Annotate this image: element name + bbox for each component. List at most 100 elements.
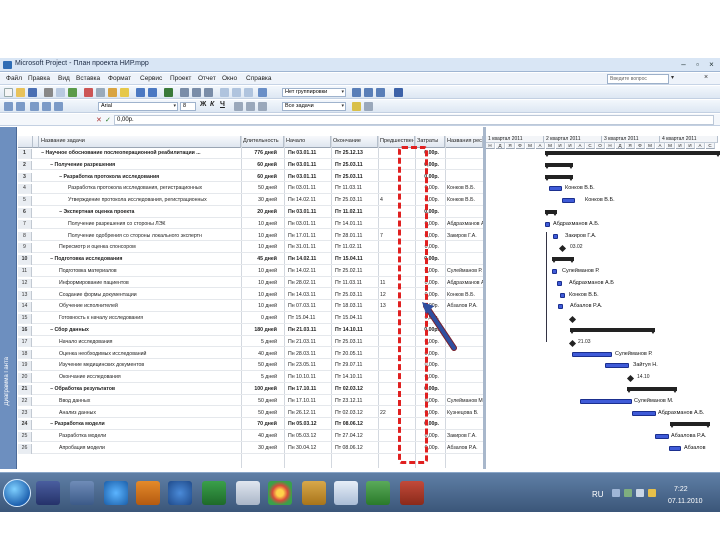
menu-format[interactable]: Формат — [108, 75, 131, 82]
duration-cell[interactable]: 5 дней — [241, 338, 281, 348]
summary-bar[interactable] — [545, 162, 573, 169]
task-bar[interactable] — [553, 233, 558, 239]
finish-cell[interactable]: Пт 25.02.11 — [331, 267, 377, 277]
resources-cell[interactable] — [446, 173, 483, 183]
help-icon[interactable] — [394, 88, 403, 97]
start-cell[interactable]: Пн 03.01.11 — [284, 184, 330, 194]
zoom-in-icon[interactable] — [352, 88, 361, 97]
resources-cell[interactable]: Сулейманов М. — [446, 397, 483, 407]
resources-cell[interactable] — [446, 385, 483, 395]
menu-tools[interactable]: Сервис — [140, 75, 162, 82]
powerpoint-app-icon[interactable] — [400, 481, 424, 505]
task-name-cell[interactable]: Утверждение протокола исследования, реги… — [39, 196, 239, 206]
task-name-cell[interactable]: Апробация модели — [39, 444, 239, 454]
resources-cell[interactable]: Конков В.Б. — [446, 196, 483, 206]
duration-cell[interactable]: 20 дней — [241, 208, 281, 218]
confirm-entry-icon[interactable]: ✓ — [105, 116, 111, 124]
row-id[interactable]: 11 — [18, 267, 32, 277]
scroll-to-task-icon[interactable] — [376, 88, 385, 97]
resources-cell[interactable] — [446, 420, 483, 430]
finish-cell[interactable]: Пт 14.10.11 — [331, 373, 377, 383]
task-name-cell[interactable]: − Сбор данных — [39, 326, 239, 336]
filter-combo[interactable]: Все задачи ▾ — [282, 102, 346, 111]
font-name-combo[interactable]: Arial ▾ — [98, 102, 178, 111]
resources-cell[interactable]: Закиров Г.А. — [446, 232, 483, 242]
resources-cell[interactable]: Абдрахманов А.Б. — [446, 279, 483, 289]
row-id[interactable]: 4 — [18, 184, 32, 194]
finish-cell[interactable]: Пт 11.02.11 — [331, 208, 377, 218]
help-dropdown-icon[interactable]: ▾ — [671, 74, 674, 81]
align-center-icon[interactable] — [246, 102, 255, 111]
task-name-cell[interactable]: − Подготовка исследования — [39, 255, 239, 265]
resources-cell[interactable]: Сулейманов Р. — [446, 267, 483, 277]
task-name-cell[interactable]: − Получение разрешения — [39, 161, 239, 171]
autofilter-icon[interactable] — [352, 102, 361, 111]
paste-icon[interactable] — [108, 88, 117, 97]
start-cell[interactable]: Пн 28.02.11 — [284, 279, 330, 289]
help-search-input[interactable]: Введите вопрос — [607, 74, 669, 84]
project-taskbar-icon[interactable] — [202, 481, 226, 505]
resources-cell[interactable] — [446, 161, 483, 171]
start-cell[interactable]: Пн 26.12.11 — [284, 409, 330, 419]
split-task-icon[interactable] — [204, 88, 213, 97]
start-cell[interactable]: Пн 21.03.11 — [284, 338, 330, 348]
task-bar[interactable] — [560, 292, 565, 298]
row-id[interactable]: 18 — [18, 349, 32, 360]
keyboard-language[interactable]: RU — [592, 490, 604, 499]
gantt-wizard-icon[interactable] — [364, 102, 373, 111]
print-icon[interactable] — [44, 88, 53, 97]
start-cell[interactable]: Пн 30.04.12 — [284, 444, 330, 454]
duration-cell[interactable]: 10 дней — [241, 279, 281, 289]
finish-cell[interactable]: Пт 27.04.12 — [331, 432, 377, 442]
resources-cell[interactable] — [446, 208, 483, 218]
task-bar[interactable] — [558, 304, 563, 310]
finish-cell[interactable]: Пт 25.03.11 — [331, 161, 377, 171]
align-right-icon[interactable] — [258, 102, 267, 111]
task-name-cell[interactable]: − Научное обоснование послеоперационной … — [39, 149, 239, 159]
resources-cell[interactable] — [446, 361, 483, 371]
task-name-cell[interactable]: Оценка необходимых исследований — [39, 350, 239, 360]
outdent-icon[interactable] — [4, 102, 13, 111]
start-cell[interactable]: Пн 28.03.11 — [284, 350, 330, 360]
row-id[interactable]: 19 — [18, 361, 32, 371]
task-name-cell[interactable]: − Разработка модели — [39, 420, 239, 430]
duration-cell[interactable]: 50 дней — [241, 361, 281, 371]
task-name-cell[interactable]: Создание формы документации — [39, 291, 239, 301]
row-id[interactable]: 25 — [18, 432, 32, 442]
start-cell[interactable]: Пн 05.03.12 — [284, 420, 330, 430]
new-icon[interactable] — [4, 88, 13, 97]
finish-cell[interactable]: Пт 02.03.12 — [331, 409, 377, 419]
finish-cell[interactable]: Пт 25.03.11 — [331, 338, 377, 348]
row-id[interactable]: 26 — [18, 444, 32, 454]
header-finish[interactable]: Окончание — [331, 136, 378, 148]
resources-cell[interactable]: Кузнецова В. — [446, 409, 483, 419]
row-id[interactable]: 9 — [18, 243, 32, 253]
resources-cell[interactable]: Абзалов Р.А. — [446, 444, 483, 454]
duration-cell[interactable]: 70 дней — [241, 420, 281, 430]
finish-cell[interactable]: Пт 18.03.11 — [331, 302, 377, 312]
task-bar[interactable] — [562, 198, 575, 204]
align-left-icon[interactable] — [234, 102, 243, 111]
duration-cell[interactable]: 10 дней — [241, 220, 281, 230]
task-bar[interactable] — [655, 434, 669, 440]
start-cell[interactable]: Пн 05.03.12 — [284, 432, 330, 442]
resources-cell[interactable]: Закиров Г.А. — [446, 432, 483, 442]
publish-icon[interactable] — [258, 88, 267, 97]
open-icon[interactable] — [16, 88, 25, 97]
row-id[interactable]: 24 — [18, 420, 32, 430]
header-duration[interactable]: Длительность — [241, 136, 284, 148]
hp-app-icon[interactable] — [168, 481, 192, 505]
finish-cell[interactable]: Пт 20.05.11 — [331, 350, 377, 360]
menu-window[interactable]: Окно — [222, 75, 237, 82]
clock-date[interactable]: 07.11.2010 — [668, 498, 703, 505]
start-cell[interactable]: Пн 23.05.11 — [284, 361, 330, 371]
task-bar[interactable] — [545, 221, 550, 227]
duration-cell[interactable]: 10 дней — [241, 267, 281, 277]
task-name-cell[interactable]: Разработка протокола исследования, регис… — [39, 184, 239, 194]
group-by-combo[interactable]: Нет группировки ▾ — [282, 88, 346, 97]
assign-resources-icon[interactable] — [244, 88, 253, 97]
row-id[interactable]: 2 — [18, 160, 32, 171]
resources-cell[interactable] — [446, 149, 483, 159]
row-id[interactable]: 1 — [18, 149, 32, 159]
summary-bar[interactable] — [627, 387, 677, 393]
